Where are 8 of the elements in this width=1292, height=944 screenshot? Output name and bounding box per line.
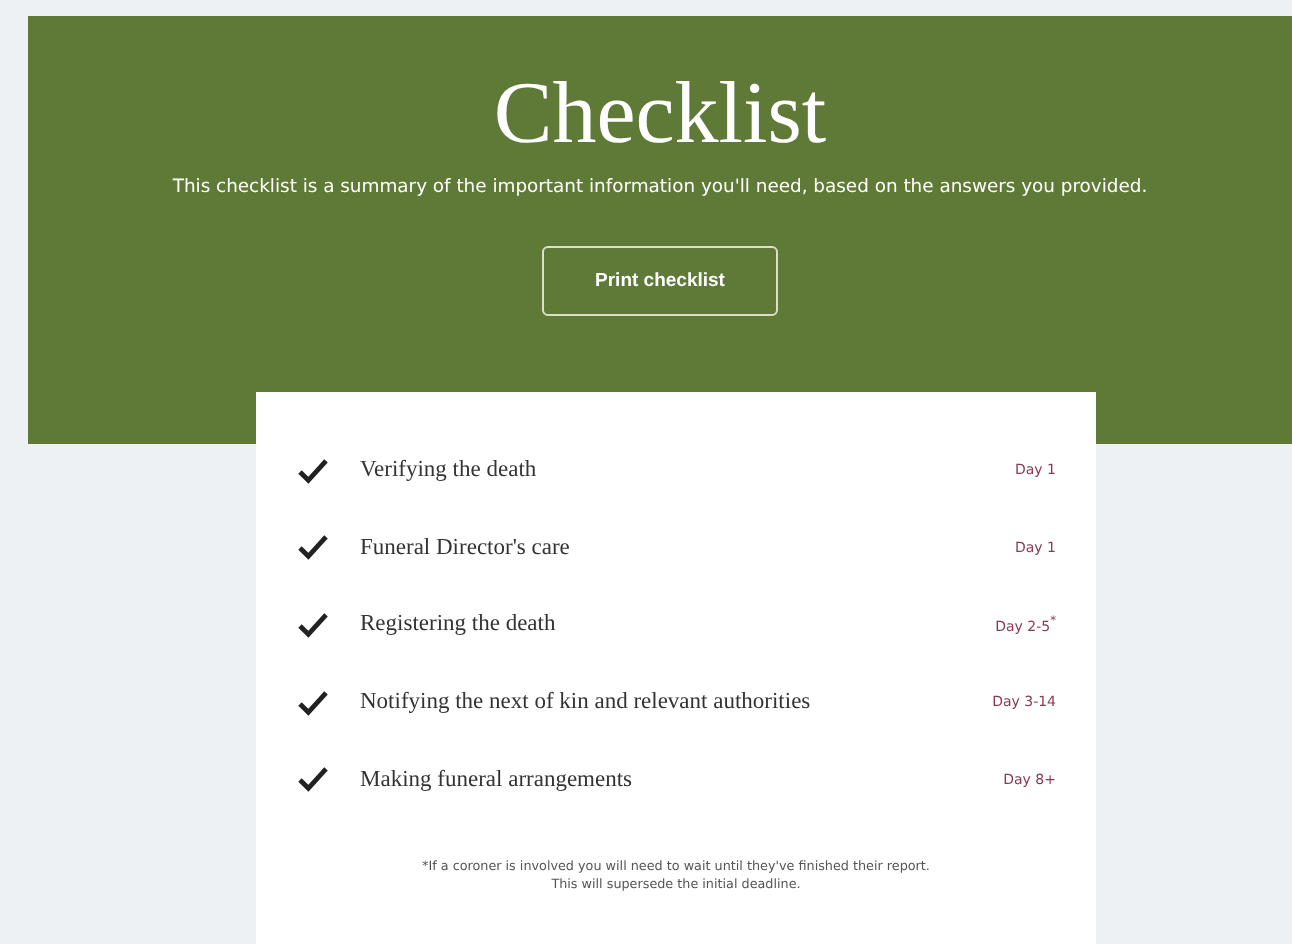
item-label: Making funeral arrangements	[360, 767, 635, 792]
item-label: Registering the death	[360, 612, 558, 637]
page-subtitle: This checklist is a summary of the important information you'll need, based on the answers you provided.	[172, 176, 1148, 198]
print-button[interactable]: Print checklist	[542, 246, 778, 316]
item-label: Funeral Director's care	[360, 535, 572, 560]
page-title: Checklist	[493, 64, 827, 164]
item-label: Verifying the death	[360, 458, 539, 483]
item-label: Notifying the next of kin and relevant authorities	[360, 690, 813, 715]
